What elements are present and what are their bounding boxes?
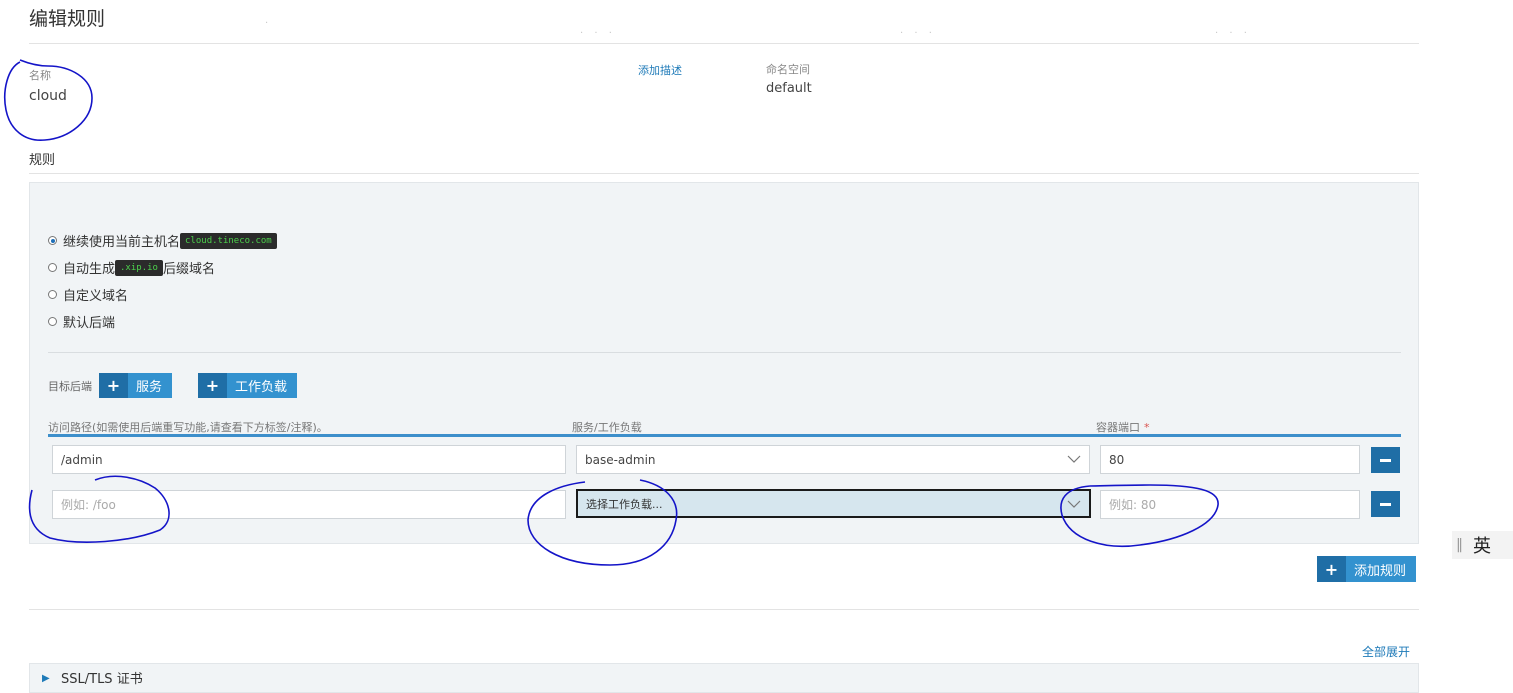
decor-dots: · · · — [1215, 28, 1251, 39]
chevron-down-icon — [1067, 500, 1081, 508]
host-option-default-backend[interactable]: 默认后端 — [48, 312, 115, 331]
host-option-label: 继续使用当前主机名 — [63, 235, 181, 250]
namespace-value: default — [766, 81, 812, 96]
host-option-suffix: 后缀域名 — [162, 262, 215, 277]
workload-select[interactable]: 选择工作负载... — [576, 489, 1091, 518]
rules-section-title: 规则 — [29, 153, 56, 168]
panel-divider — [48, 352, 1401, 353]
radio-button[interactable] — [48, 263, 57, 272]
name-value: cloud — [29, 88, 67, 104]
name-label: 名称 — [29, 69, 51, 82]
host-option-label: 自动生成 — [63, 262, 116, 277]
ime-language: 英 — [1473, 536, 1491, 557]
section-divider — [29, 609, 1419, 610]
plus-icon: + — [1317, 556, 1346, 582]
decor-dots: · — [265, 18, 273, 29]
namespace-label: 命名空间 — [766, 63, 810, 76]
column-header-underline — [48, 434, 1401, 437]
host-option-label: 自定义域名 — [63, 289, 129, 304]
rules-divider — [29, 173, 1419, 174]
path-column-header: 访问路径(如需使用后端重写功能,请查看下方标签/注释)。 — [48, 421, 328, 434]
title-divider — [29, 43, 1419, 44]
radio-button[interactable] — [48, 317, 57, 326]
decor-dots: · · · — [900, 28, 936, 39]
port-column-header: 容器端口 * — [1096, 421, 1150, 434]
add-workload-button[interactable]: + 工作负载 — [198, 373, 298, 398]
expand-triangle-icon: ▶ — [42, 673, 50, 684]
page-title: 编辑规则 — [29, 8, 106, 30]
port-input[interactable]: 80 — [1100, 445, 1360, 474]
minus-icon — [1380, 502, 1391, 506]
required-mark: * — [1144, 421, 1150, 434]
decor-dots: · · · — [580, 28, 616, 39]
radio-button-checked[interactable] — [48, 236, 57, 245]
host-option-current[interactable]: 继续使用当前主机名 cloud.tineco.com — [48, 231, 277, 250]
add-service-button[interactable]: + 服务 — [99, 373, 173, 398]
xip-chip: .xip.io — [115, 259, 163, 276]
ssl-section-header[interactable]: ▶ SSL/TLS 证书 — [29, 663, 1419, 693]
plus-icon: + — [99, 373, 128, 398]
hostname-chip: cloud.tineco.com — [180, 232, 277, 249]
service-column-header: 服务/工作负载 — [572, 421, 642, 434]
host-option-label: 默认后端 — [63, 316, 116, 331]
remove-rule-button[interactable] — [1371, 447, 1400, 473]
target-backend-label: 目标后端 — [48, 380, 92, 393]
ime-indicator[interactable]: ‖ 英 — [1452, 531, 1513, 559]
host-option-custom[interactable]: 自定义域名 — [48, 285, 128, 304]
remove-rule-button[interactable] — [1371, 491, 1400, 517]
add-rule-button[interactable]: + 添加规则 — [1317, 556, 1417, 582]
radio-button[interactable] — [48, 290, 57, 299]
add-description-link[interactable]: 添加描述 — [638, 62, 682, 78]
chevron-down-icon — [1067, 455, 1081, 463]
plus-icon: + — [198, 373, 227, 398]
expand-all-link[interactable]: 全部展开 — [1362, 643, 1410, 660]
minus-icon — [1380, 458, 1391, 462]
port-input[interactable]: 例如: 80 — [1100, 490, 1360, 519]
path-input[interactable]: 例如: /foo — [52, 490, 566, 519]
grip-icon: ‖ — [1456, 537, 1463, 553]
service-select[interactable]: base-admin — [576, 445, 1090, 474]
path-input[interactable]: /admin — [52, 445, 566, 474]
ssl-section-title: SSL/TLS 证书 — [61, 672, 143, 687]
host-option-auto[interactable]: 自动生成 .xip.io 后缀域名 — [48, 258, 215, 277]
